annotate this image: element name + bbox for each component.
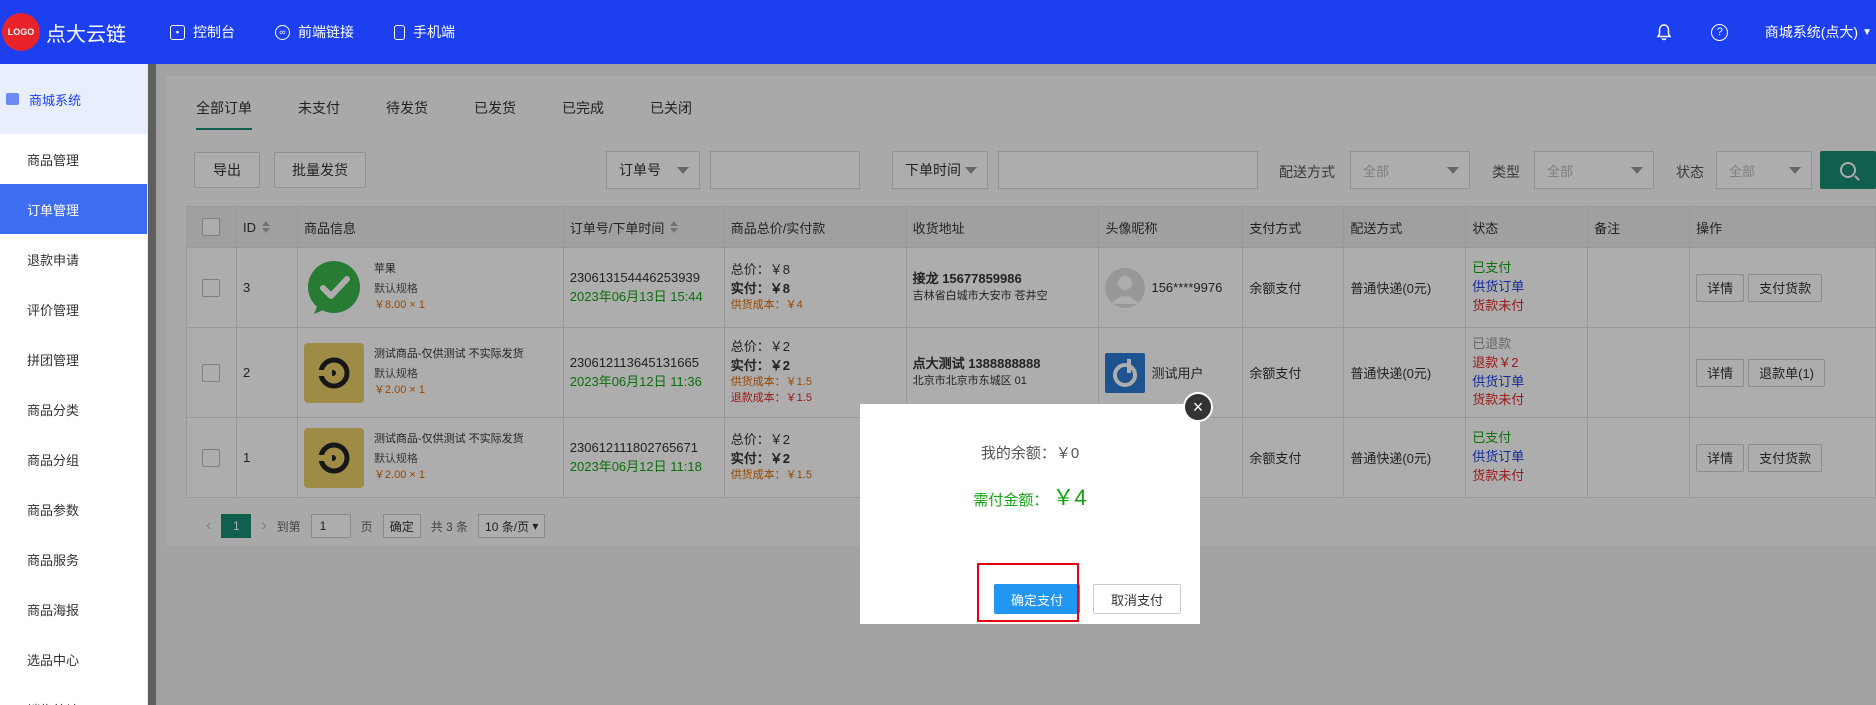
sidebar-item-selection-center[interactable]: 选品中心 — [0, 634, 147, 684]
nav-frontend-link[interactable]: ∞ 前端链接 — [275, 22, 354, 42]
sidebar-item-category[interactable]: 商品分类 — [0, 384, 147, 434]
mobile-icon — [394, 24, 405, 40]
dashboard-icon: ▪ — [170, 24, 185, 40]
help-icon[interactable]: ? — [1709, 21, 1731, 43]
user-menu[interactable]: 商城系统(点大) ▼ — [1765, 22, 1876, 42]
sidebar-item-order-manage[interactable]: 订单管理 — [0, 184, 147, 234]
nav-dashboard-label: 控制台 — [193, 24, 235, 40]
logo-text: 点大云链 — [46, 23, 126, 46]
sidebar-item-group-buy[interactable]: 拼团管理 — [0, 334, 147, 384]
nav-mobile-label: 手机端 — [413, 24, 455, 40]
sidebar-item-product-poster[interactable]: 商品海报 — [0, 584, 147, 634]
balance-text: 我的余额：￥0 — [980, 445, 1080, 462]
user-menu-label: 商城系统(点大) — [1764, 24, 1859, 40]
nav-frontend-link-label: 前端链接 — [298, 24, 354, 40]
shopping-bag-icon — [6, 93, 19, 105]
top-bar: LOGO 点大云链 ▪ 控制台 ∞ 前端链接 手机端 ? 商城系统(点大) ▼ — [0, 0, 1876, 64]
sidebar-item-product-group[interactable]: 商品分组 — [0, 434, 147, 484]
sidebar-item-review[interactable]: 评价管理 — [0, 284, 147, 334]
sidebar-divider — [148, 64, 156, 705]
need-pay-label: 需付金额： — [973, 492, 1049, 509]
chevron-down-icon: ▼ — [1862, 26, 1872, 38]
nav-mobile[interactable]: 手机端 — [394, 22, 455, 42]
top-bar-right: ? 商城系统(点大) ▼ — [1653, 0, 1876, 64]
link-icon: ∞ — [275, 24, 290, 40]
sidebar-section-label: 商城系统 — [29, 92, 82, 108]
sidebar: 商城系统 商品管理 订单管理 退款申请 评价管理 拼团管理 商品分类 商品分组 … — [0, 64, 148, 705]
sidebar-item-product-manage[interactable]: 商品管理 — [0, 134, 147, 184]
need-pay-amount: ￥4 — [1052, 485, 1087, 510]
highlight-box — [977, 563, 1079, 622]
top-nav: ▪ 控制台 ∞ 前端链接 手机端 — [170, 22, 495, 42]
logo[interactable]: LOGO 点大云链 — [0, 13, 170, 51]
sidebar-item-refund[interactable]: 退款申请 — [0, 234, 147, 284]
need-pay-text: 需付金额： ￥4 — [860, 480, 1200, 512]
payment-modal: 我的余额：￥0 需付金额： ￥4 确定支付 取消支付 — [860, 404, 1200, 624]
close-icon[interactable]: × — [1183, 392, 1213, 422]
logo-badge: LOGO — [2, 13, 40, 51]
sidebar-section-header[interactable]: 商城系统 — [0, 64, 147, 134]
sidebar-item-sales-stats[interactable]: 销售统计 — [0, 684, 147, 705]
sidebar-item-product-service[interactable]: 商品服务 — [0, 534, 147, 584]
sidebar-item-product-params[interactable]: 商品参数 — [0, 484, 147, 534]
bell-icon[interactable] — [1653, 21, 1675, 43]
nav-dashboard[interactable]: ▪ 控制台 — [170, 22, 235, 42]
cancel-pay-button[interactable]: 取消支付 — [1093, 584, 1181, 614]
